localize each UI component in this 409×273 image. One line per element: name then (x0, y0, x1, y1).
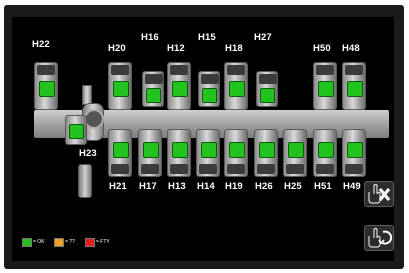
valve-label: H16 (141, 32, 159, 43)
reset-button[interactable] (364, 225, 394, 251)
valve-label: H48 (342, 43, 360, 54)
valve-h27[interactable] (256, 71, 278, 107)
status-indicator (113, 81, 129, 97)
valve-label: H50 (313, 43, 331, 54)
valve-h19[interactable] (224, 129, 248, 177)
status-indicator (201, 142, 217, 158)
status-indicator (172, 81, 188, 97)
valve-h12[interactable] (167, 62, 191, 110)
status-indicator (318, 81, 334, 97)
valve-h13[interactable] (167, 129, 191, 177)
status-indicator (229, 81, 245, 97)
valve-label: H21 (109, 181, 127, 192)
valve-h23[interactable] (65, 115, 87, 145)
valve-h18[interactable] (224, 62, 248, 110)
valve-label: H20 (108, 43, 126, 54)
valve-h14[interactable] (196, 129, 220, 177)
regulator-stem (82, 85, 92, 105)
status-indicator (202, 88, 217, 103)
valve-label: H25 (284, 181, 302, 192)
valve-h48[interactable] (342, 62, 366, 110)
hand-x-icon (368, 183, 391, 204)
legend-text: = OK (33, 239, 45, 245)
status-indicator (229, 142, 245, 158)
valve-label: H18 (225, 43, 243, 54)
filter-unit (78, 164, 92, 198)
valve-label: H15 (198, 32, 216, 43)
legend-warning: = ?? (54, 237, 75, 247)
valve-label: H13 (168, 181, 186, 192)
valve-h50[interactable] (313, 62, 337, 110)
legend-text: = FTY (96, 239, 110, 245)
pressure-gauge-icon (84, 109, 104, 129)
status-indicator (260, 88, 275, 103)
legend-swatch-ok (22, 237, 32, 247)
valve-h15[interactable] (198, 71, 220, 107)
hmi-screen: H22 H20 H16 H12 H15 H18 H27 H50 H48 H23 … (12, 17, 394, 261)
status-indicator (143, 142, 159, 158)
valve-h51[interactable] (313, 129, 337, 177)
legend-fault: = FTY (85, 237, 110, 247)
valve-label: H22 (32, 39, 50, 50)
valve-h21[interactable] (108, 129, 132, 177)
valve-h16[interactable] (142, 71, 164, 107)
valve-label: H26 (255, 181, 273, 192)
valve-label: H12 (167, 43, 185, 54)
status-indicator (146, 88, 161, 103)
valve-h49[interactable] (342, 129, 366, 177)
valve-label: H14 (197, 181, 215, 192)
status-indicator (288, 142, 304, 158)
valve-h22[interactable] (34, 62, 58, 110)
close-button[interactable] (364, 181, 394, 207)
status-indicator (172, 142, 188, 158)
status-indicator (259, 142, 275, 158)
status-indicator (347, 142, 363, 158)
legend-swatch-fault (85, 237, 95, 247)
valve-label: H17 (139, 181, 157, 192)
valve-label: H19 (225, 181, 243, 192)
status-indicator (69, 124, 84, 139)
valve-label: H49 (343, 181, 361, 192)
valve-h25[interactable] (283, 129, 307, 177)
hand-cycle-icon (368, 227, 392, 248)
legend-text: = ?? (65, 239, 75, 245)
valve-label: H23 (79, 148, 97, 159)
legend-swatch-warning (54, 237, 64, 247)
valve-h20[interactable] (108, 62, 132, 110)
valve-h26[interactable] (254, 129, 278, 177)
status-indicator (39, 81, 55, 97)
valve-h17[interactable] (138, 129, 162, 177)
legend-ok: = OK (22, 237, 45, 247)
valve-label: H27 (254, 32, 272, 43)
valve-label: H51 (314, 181, 332, 192)
status-indicator (318, 142, 334, 158)
status-indicator (347, 81, 363, 97)
status-indicator (113, 142, 129, 158)
